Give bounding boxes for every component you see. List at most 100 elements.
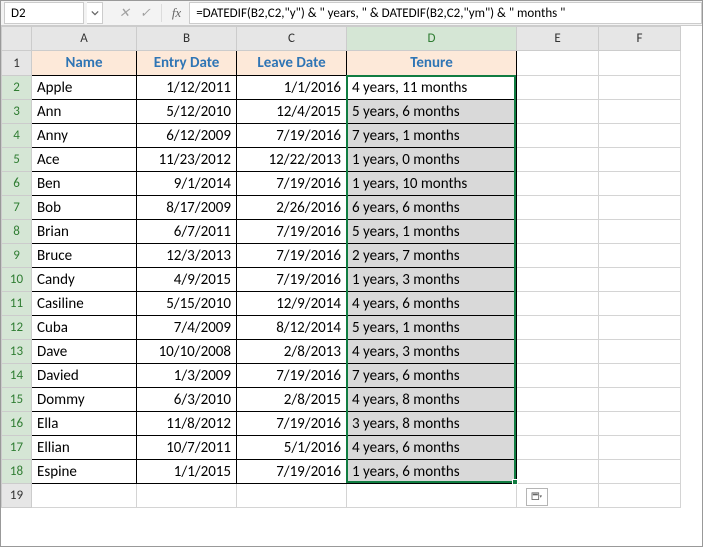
cell-leave-date[interactable]: 2/8/2015 <box>237 388 347 412</box>
cell-leave-date[interactable]: 12/4/2015 <box>237 100 347 124</box>
row-header[interactable]: 14 <box>2 364 32 388</box>
cell[interactable] <box>599 124 681 148</box>
cell-entry-date[interactable]: 9/1/2014 <box>137 172 237 196</box>
cell-tenure[interactable]: 1 years, 3 months <box>347 268 517 292</box>
row-header[interactable]: 3 <box>2 100 32 124</box>
cell-entry-date[interactable]: 1/1/2015 <box>137 460 237 484</box>
cell-name[interactable]: Cuba <box>32 316 137 340</box>
cell-entry-date[interactable]: 8/17/2009 <box>137 196 237 220</box>
cell[interactable] <box>517 436 599 460</box>
cell-name[interactable]: Dave <box>32 340 137 364</box>
formula-input[interactable]: =DATEDIF(B2,C2,"y") & " years, " & DATED… <box>189 2 702 24</box>
select-all-corner[interactable] <box>2 27 32 51</box>
cell[interactable] <box>599 388 681 412</box>
cell[interactable] <box>599 292 681 316</box>
cell-name[interactable]: Bob <box>32 196 137 220</box>
cell-entry-date[interactable]: 4/9/2015 <box>137 268 237 292</box>
cell[interactable] <box>599 244 681 268</box>
cell-tenure[interactable]: 4 years, 3 months <box>347 340 517 364</box>
cell-name[interactable]: Ella <box>32 412 137 436</box>
cell[interactable] <box>517 76 599 100</box>
cell-leave-date[interactable]: 1/1/2016 <box>237 76 347 100</box>
cell-tenure[interactable]: 4 years, 6 months <box>347 292 517 316</box>
cell[interactable] <box>517 340 599 364</box>
cell[interactable] <box>599 436 681 460</box>
row-header[interactable]: 4 <box>2 124 32 148</box>
cell[interactable] <box>599 460 681 484</box>
cell[interactable] <box>517 316 599 340</box>
cell-leave-date[interactable]: 7/19/2016 <box>237 172 347 196</box>
cell-entry-date[interactable]: 6/7/2011 <box>137 220 237 244</box>
cell-leave-date[interactable]: 12/9/2014 <box>237 292 347 316</box>
cell[interactable] <box>599 196 681 220</box>
cell-tenure[interactable]: 1 years, 10 months <box>347 172 517 196</box>
cell-leave-date[interactable]: 7/19/2016 <box>237 412 347 436</box>
row-header[interactable]: 9 <box>2 244 32 268</box>
cell-tenure[interactable]: 2 years, 7 months <box>347 244 517 268</box>
fx-icon[interactable]: fx <box>172 5 181 21</box>
cell[interactable] <box>517 460 599 484</box>
cell[interactable] <box>599 51 681 76</box>
cell-name[interactable]: Bruce <box>32 244 137 268</box>
cell-leave-date[interactable]: 7/19/2016 <box>237 220 347 244</box>
cell[interactable] <box>599 268 681 292</box>
row-header[interactable]: 15 <box>2 388 32 412</box>
cell[interactable] <box>599 76 681 100</box>
cell[interactable] <box>517 124 599 148</box>
cell[interactable] <box>517 388 599 412</box>
header-entry[interactable]: Entry Date <box>137 51 237 76</box>
cell[interactable] <box>517 412 599 436</box>
name-box-dropdown[interactable] <box>87 2 103 24</box>
row-header[interactable]: 2 <box>2 76 32 100</box>
fill-handle[interactable] <box>512 479 518 485</box>
cell[interactable] <box>517 172 599 196</box>
col-header-d[interactable]: D <box>347 27 517 51</box>
cell-name[interactable]: Espine <box>32 460 137 484</box>
cell[interactable] <box>32 484 137 508</box>
cell[interactable] <box>599 412 681 436</box>
col-header-c[interactable]: C <box>237 27 347 51</box>
cell-name[interactable]: Brian <box>32 220 137 244</box>
cell-entry-date[interactable]: 5/15/2010 <box>137 292 237 316</box>
cell-entry-date[interactable]: 6/12/2009 <box>137 124 237 148</box>
cell-tenure[interactable]: 5 years, 1 months <box>347 220 517 244</box>
cell[interactable] <box>599 220 681 244</box>
cell-tenure[interactable]: 5 years, 6 months <box>347 100 517 124</box>
header-name[interactable]: Name <box>32 51 137 76</box>
cell[interactable] <box>599 484 681 508</box>
cell[interactable] <box>137 484 237 508</box>
cell-entry-date[interactable]: 11/8/2012 <box>137 412 237 436</box>
cell-name[interactable]: Apple <box>32 76 137 100</box>
row-header[interactable]: 12 <box>2 316 32 340</box>
row-header[interactable]: 13 <box>2 340 32 364</box>
cell-name[interactable]: Ben <box>32 172 137 196</box>
cell-name[interactable]: Anny <box>32 124 137 148</box>
cell-name[interactable]: Davied <box>32 364 137 388</box>
cell[interactable] <box>517 51 599 76</box>
cell-entry-date[interactable]: 1/12/2011 <box>137 76 237 100</box>
cell-tenure[interactable]: 1 years, 0 months <box>347 148 517 172</box>
col-header-e[interactable]: E <box>517 27 599 51</box>
cell[interactable] <box>517 292 599 316</box>
cell[interactable] <box>237 484 347 508</box>
cell-leave-date[interactable]: 5/1/2016 <box>237 436 347 460</box>
cell[interactable] <box>347 484 517 508</box>
cell-leave-date[interactable]: 7/19/2016 <box>237 268 347 292</box>
cell-entry-date[interactable]: 6/3/2010 <box>137 388 237 412</box>
cell[interactable] <box>517 100 599 124</box>
row-header[interactable]: 18 <box>2 460 32 484</box>
cell-tenure[interactable]: 5 years, 1 months <box>347 316 517 340</box>
cell-leave-date[interactable]: 7/19/2016 <box>237 124 347 148</box>
row-header[interactable]: 11 <box>2 292 32 316</box>
cell-name[interactable]: Ace <box>32 148 137 172</box>
header-tenure[interactable]: Tenure <box>347 51 517 76</box>
cell-tenure[interactable]: 7 years, 6 months <box>347 364 517 388</box>
cell[interactable] <box>517 244 599 268</box>
cell[interactable] <box>517 268 599 292</box>
cell-entry-date[interactable]: 5/12/2010 <box>137 100 237 124</box>
row-header[interactable]: 7 <box>2 196 32 220</box>
header-leave[interactable]: Leave Date <box>237 51 347 76</box>
cell[interactable] <box>599 364 681 388</box>
cell[interactable] <box>517 364 599 388</box>
cell-leave-date[interactable]: 2/8/2013 <box>237 340 347 364</box>
